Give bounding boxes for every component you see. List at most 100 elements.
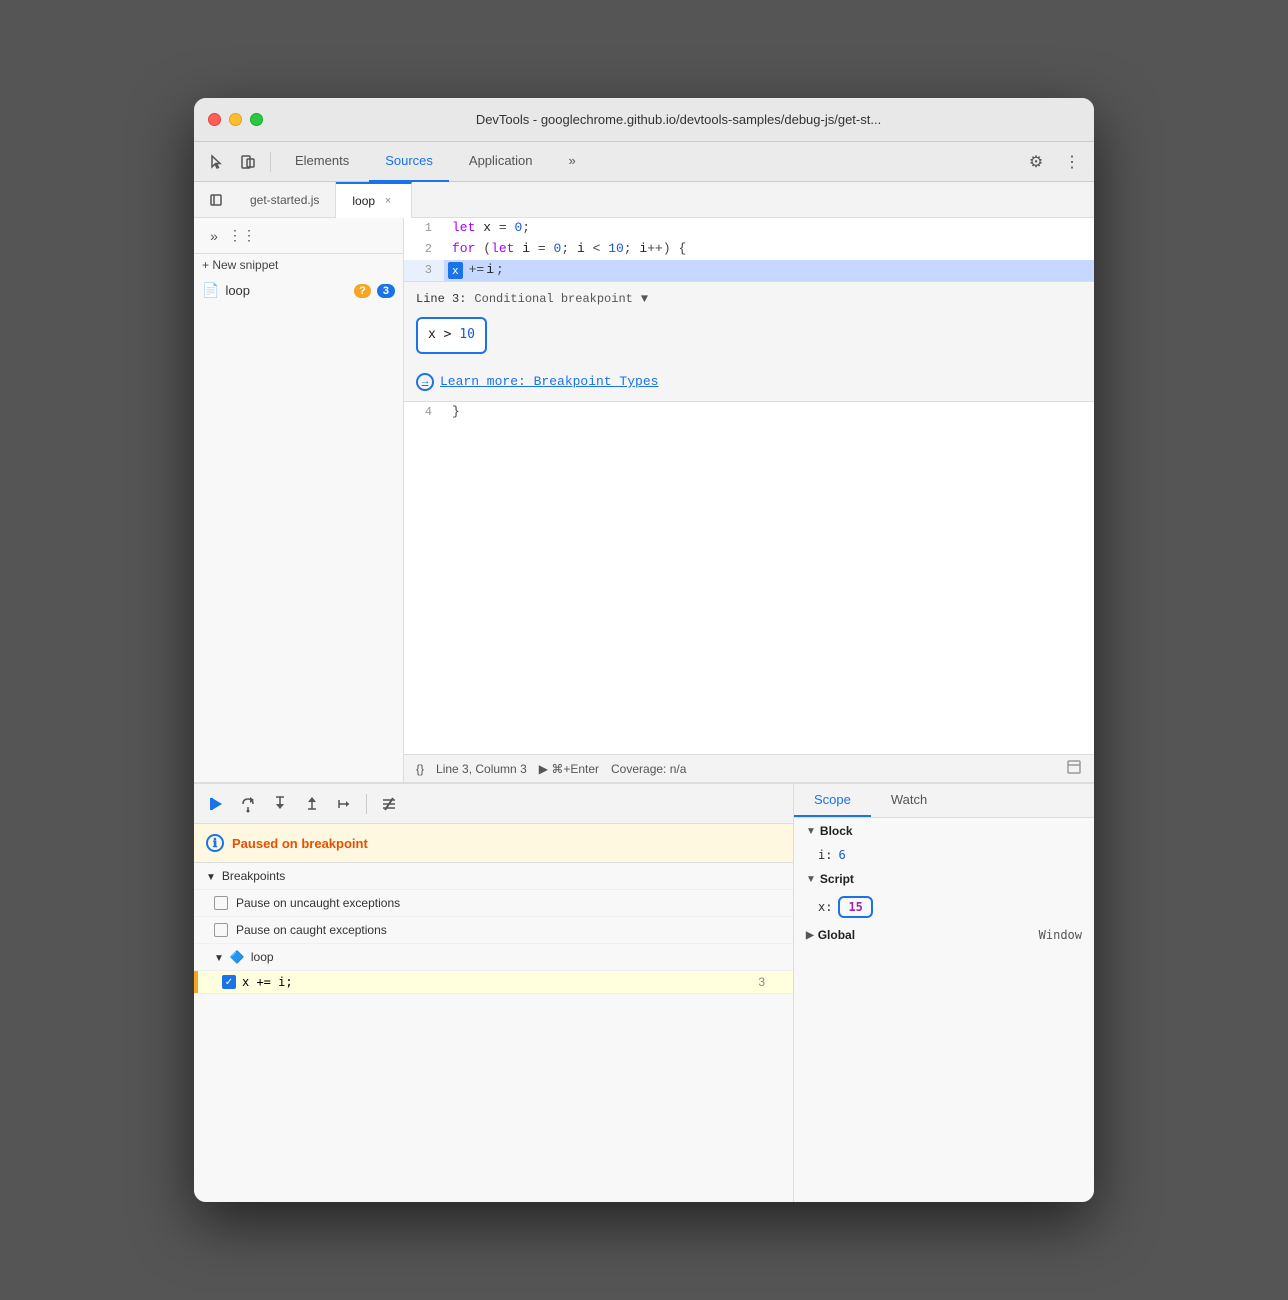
tab-application[interactable]: Application: [453, 142, 549, 182]
snippet-icon: 📄: [202, 282, 219, 299]
scope-key-i: i:: [818, 848, 832, 862]
file-tab-get-started[interactable]: get-started.js: [234, 182, 336, 218]
pause-notice: ℹ Paused on breakpoint: [194, 824, 793, 863]
pause-caught-checkbox[interactable]: [214, 923, 228, 937]
pause-caught-row: Pause on caught exceptions: [194, 917, 793, 944]
line-number-4: 4: [404, 402, 444, 423]
snippet-item-label: loop: [225, 283, 348, 298]
global-expand-icon: [806, 930, 814, 941]
collapse-icon[interactable]: [202, 186, 230, 214]
step-out-button[interactable]: [298, 790, 326, 818]
bp-file-label: loop: [251, 950, 274, 964]
bp-file-icon: 🔷: [230, 950, 245, 964]
bp-learn-more-link[interactable]: → Learn more: Breakpoint Types: [416, 372, 1082, 393]
line-number-3: 3: [404, 260, 444, 281]
tab-watch[interactable]: Watch: [871, 784, 947, 817]
code-editor[interactable]: 1 let x = 0; 2 for (let i = 0; i < 10; i…: [404, 218, 1094, 754]
breakpoint-line-num: 3: [758, 975, 765, 989]
new-snippet-label: + New snippet: [202, 258, 278, 272]
settings-icon[interactable]: ⚙: [1022, 148, 1050, 176]
pause-caught-label: Pause on caught exceptions: [236, 923, 387, 937]
maximize-button[interactable]: [250, 113, 263, 126]
bp-link-label: Learn more: Breakpoint Types: [440, 372, 658, 393]
pause-uncaught-row: Pause on uncaught exceptions: [194, 890, 793, 917]
bp-line-label: Line 3:: [416, 290, 466, 309]
scope-script-section: Script x: 15: [794, 866, 1094, 922]
step-button[interactable]: [330, 790, 358, 818]
debug-panel: ℹ Paused on breakpoint Breakpoints Pause…: [194, 782, 1094, 1202]
deactivate-breakpoints-button[interactable]: [375, 790, 403, 818]
status-right-icon: [1066, 759, 1082, 778]
debug-separator: [366, 794, 367, 814]
sidebar-toolbar: ⋮: [194, 218, 403, 254]
step-into-button[interactable]: [266, 790, 294, 818]
run-btn[interactable]: ▶ ⌘+Enter: [539, 762, 599, 776]
breakpoint-file-header[interactable]: 🔷 loop: [194, 944, 793, 971]
resume-button[interactable]: [202, 790, 230, 818]
tab-separator: [270, 152, 271, 172]
scope-watch-panel: Scope Watch Block i: 6: [794, 784, 1094, 1202]
scope-block-title: Block: [820, 824, 853, 838]
file-tab-close[interactable]: ×: [381, 194, 395, 208]
minimize-button[interactable]: [229, 113, 242, 126]
tab-sources[interactable]: Sources: [369, 142, 449, 182]
breakpoints-title: Breakpoints: [222, 869, 285, 883]
step-over-button[interactable]: [234, 790, 262, 818]
snippet-item-loop[interactable]: 📄 loop ? 3: [194, 276, 403, 305]
code-line-4: 4 }: [404, 402, 1094, 423]
breakpoint-entry: ✓ x += i; 3: [194, 971, 793, 994]
line-code-4: }: [444, 402, 1094, 423]
code-line-2: 2 for (let i = 0; i < 10; i++) {: [404, 239, 1094, 260]
bp-type-label: Conditional breakpoint: [474, 290, 632, 309]
code-line-1: 1 let x = 0;: [404, 218, 1094, 239]
position-display: Line 3, Column 3: [436, 762, 527, 776]
bp-header: Line 3: Conditional breakpoint ▼: [416, 290, 1082, 309]
scope-global-title: Global: [818, 928, 855, 942]
snippet-badge-num: 3: [377, 284, 395, 298]
editor-area: 1 let x = 0; 2 for (let i = 0; i < 10; i…: [404, 218, 1094, 782]
file-tabbar: get-started.js loop ×: [194, 182, 1094, 218]
breakpoints-section: Breakpoints Pause on uncaught exceptions…: [194, 863, 793, 994]
tab-scope[interactable]: Scope: [794, 784, 871, 817]
tab-more[interactable]: »: [553, 142, 592, 182]
breakpoint-checkbox[interactable]: ✓: [222, 975, 236, 989]
bp-file-collapse-icon: [214, 950, 224, 964]
bp-dropdown-icon[interactable]: ▼: [641, 290, 648, 309]
bp-condition-input[interactable]: x > 10: [416, 317, 487, 354]
window-title: DevTools - googlechrome.github.io/devtoo…: [277, 112, 1080, 127]
scope-row-x: x: 15: [794, 892, 1094, 922]
bp-link-icon: →: [416, 373, 434, 391]
breakpoints-collapse-icon: [206, 869, 216, 883]
pause-uncaught-label: Pause on uncaught exceptions: [236, 896, 400, 910]
devtools-panel: Elements Sources Application » ⚙ ⋮: [194, 142, 1094, 1202]
block-collapse-icon: [806, 826, 816, 837]
new-snippet-button[interactable]: + New snippet: [194, 254, 403, 276]
cursor-icon[interactable]: [202, 148, 230, 176]
scope-block-header[interactable]: Block: [794, 818, 1094, 844]
traffic-lights: [208, 113, 263, 126]
code-line-3: 3 x += i;: [404, 260, 1094, 281]
breakpoints-header[interactable]: Breakpoints: [194, 863, 793, 890]
scope-key-x: x:: [818, 900, 832, 914]
debug-left-panel: ℹ Paused on breakpoint Breakpoints Pause…: [194, 784, 794, 1202]
scope-global-header[interactable]: Global Window: [794, 922, 1094, 948]
debug-toolbar: [194, 784, 793, 824]
scope-script-header[interactable]: Script: [794, 866, 1094, 892]
bp-condition-num: 10: [459, 327, 475, 342]
device-icon[interactable]: [234, 148, 262, 176]
file-tab-loop[interactable]: loop ×: [336, 182, 412, 218]
format-btn[interactable]: {}: [416, 762, 424, 776]
file-tab-label-loop: loop: [352, 194, 375, 208]
main-content: ⋮ + New snippet 📄 loop ? 3 1: [194, 218, 1094, 782]
line-number-1: 1: [404, 218, 444, 239]
line-number-2: 2: [404, 239, 444, 260]
more-menu-icon[interactable]: ⋮: [1058, 148, 1086, 176]
tab-elements[interactable]: Elements: [279, 142, 365, 182]
active-breakpoint-indicator: [194, 971, 198, 993]
file-tab-label: get-started.js: [250, 193, 319, 207]
close-button[interactable]: [208, 113, 221, 126]
pause-uncaught-checkbox[interactable]: [214, 896, 228, 910]
top-tabbar-right: ⚙ ⋮: [1022, 148, 1086, 176]
sidebar-more-icon[interactable]: ⋮: [230, 224, 254, 248]
sidebar-collapse-icon[interactable]: [202, 224, 226, 248]
